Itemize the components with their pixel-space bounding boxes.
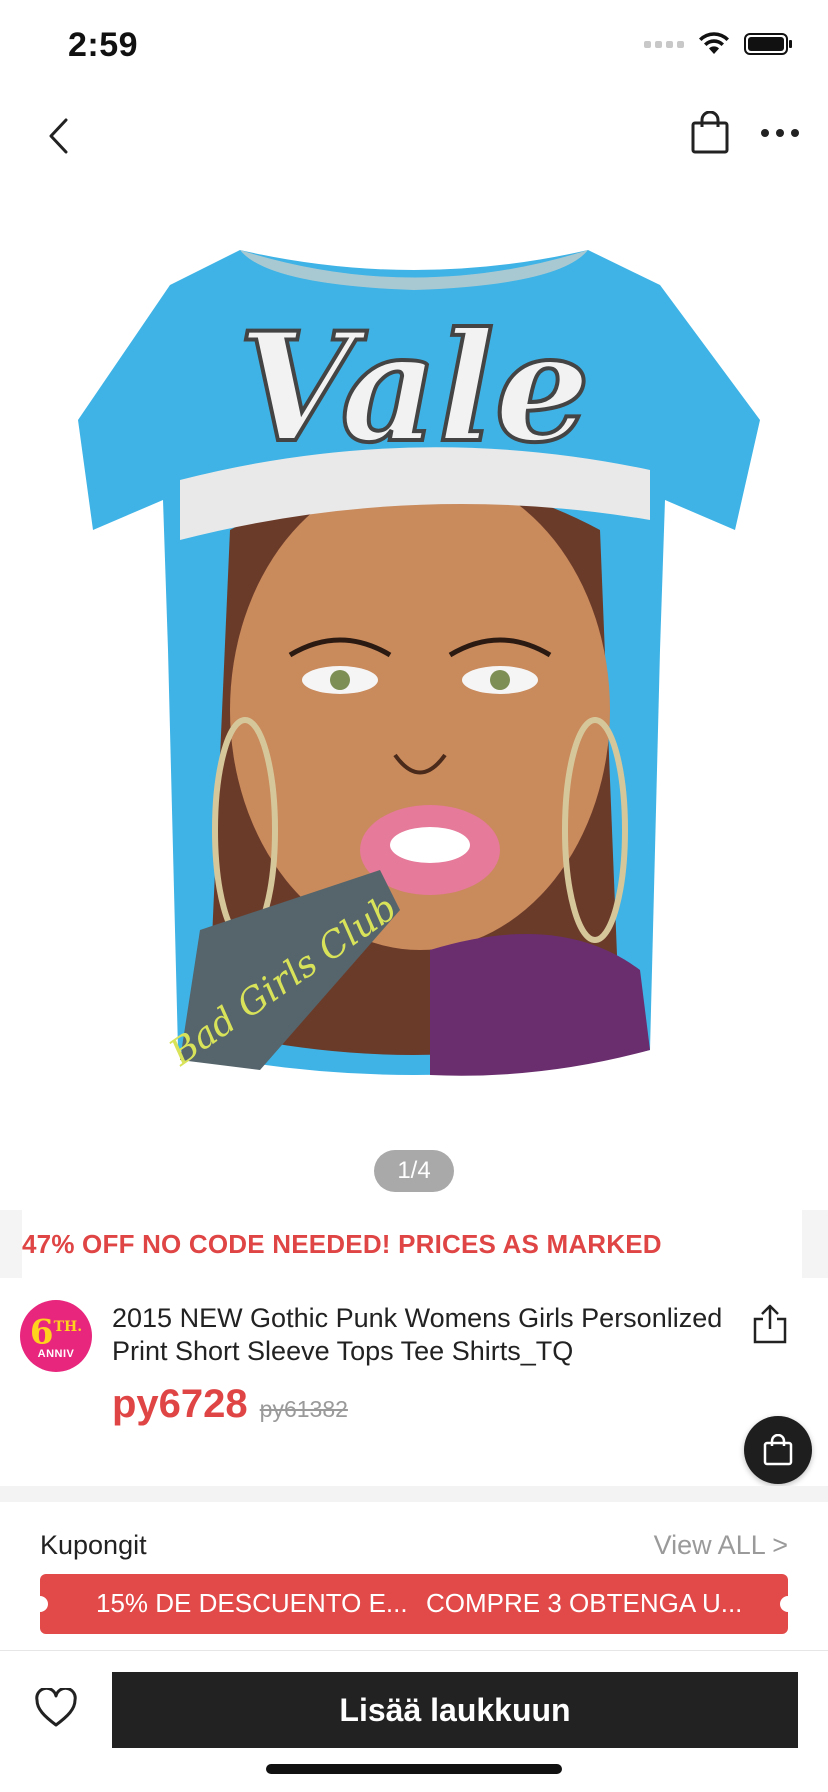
cart-button[interactable] (686, 106, 734, 160)
coupons-view-all-link[interactable]: View ALL > (654, 1530, 788, 1561)
nav-bar (0, 96, 828, 192)
coupon-notch-left (40, 1596, 48, 1612)
more-dots-icon (761, 129, 799, 137)
product-title: 2015 NEW Gothic Punk Womens Girls Person… (112, 1303, 723, 1366)
anniversary-suffix: TH. (53, 1319, 83, 1336)
tshirt-illustration: Vale Bad Girls Club (78, 250, 760, 1076)
image-pager: 1/4 (374, 1150, 454, 1192)
promo-banner: 47% OFF NO CODE NEEDED! PRICES AS MARKED (0, 1210, 828, 1278)
coupon-notch-right (780, 1596, 788, 1612)
anniversary-label: ANNIV (37, 1347, 75, 1360)
wifi-icon (699, 32, 729, 54)
section-divider (0, 1486, 828, 1502)
add-to-bag-button[interactable]: Lisää laukkuun (112, 1672, 798, 1748)
floating-cart-button[interactable] (744, 1416, 812, 1484)
wishlist-button[interactable] (30, 1682, 82, 1734)
signal-icon (644, 40, 684, 48)
share-button[interactable] (746, 1300, 794, 1348)
anniversary-number: 6 (29, 1312, 54, 1353)
promo-inner: 47% OFF NO CODE NEEDED! PRICES AS MARKED (22, 1210, 802, 1278)
product-image[interactable]: Vale Bad Girls Club (0, 230, 828, 1130)
coupon-item[interactable]: COMPRE 3 OBTENGA U... (426, 1588, 742, 1619)
coupon-item[interactable]: 15% DE DESCUENTO E... (96, 1588, 408, 1619)
home-indicator (266, 1764, 562, 1774)
battery-icon (744, 33, 792, 55)
bottom-divider (0, 1650, 828, 1651)
coupons-title: Kupongit (40, 1530, 147, 1560)
promo-text: 47% OFF NO CODE NEEDED! PRICES AS MARKED (22, 1228, 662, 1259)
anniversary-badge: 6TH. ANNIV (20, 1300, 92, 1372)
heart-icon (35, 1688, 77, 1727)
status-icons (644, 32, 794, 56)
more-button[interactable] (756, 110, 804, 156)
share-icon (753, 1304, 787, 1344)
original-price: py61382 (259, 1396, 348, 1422)
price-row: py6728 py61382 (112, 1382, 348, 1427)
coupon-strip[interactable]: 15% DE DESCUENTO E... COMPRE 3 OBTENGA U… (40, 1574, 788, 1634)
chevron-left-icon (49, 118, 68, 154)
shopping-bag-icon (691, 111, 729, 154)
current-price: py6728 (112, 1382, 248, 1426)
status-bar: 2:59 (0, 0, 828, 96)
back-button[interactable] (36, 110, 80, 162)
shopping-bag-icon (763, 1434, 793, 1466)
status-time: 2:59 (68, 26, 139, 64)
shirt-lettering: Vale (238, 300, 590, 476)
